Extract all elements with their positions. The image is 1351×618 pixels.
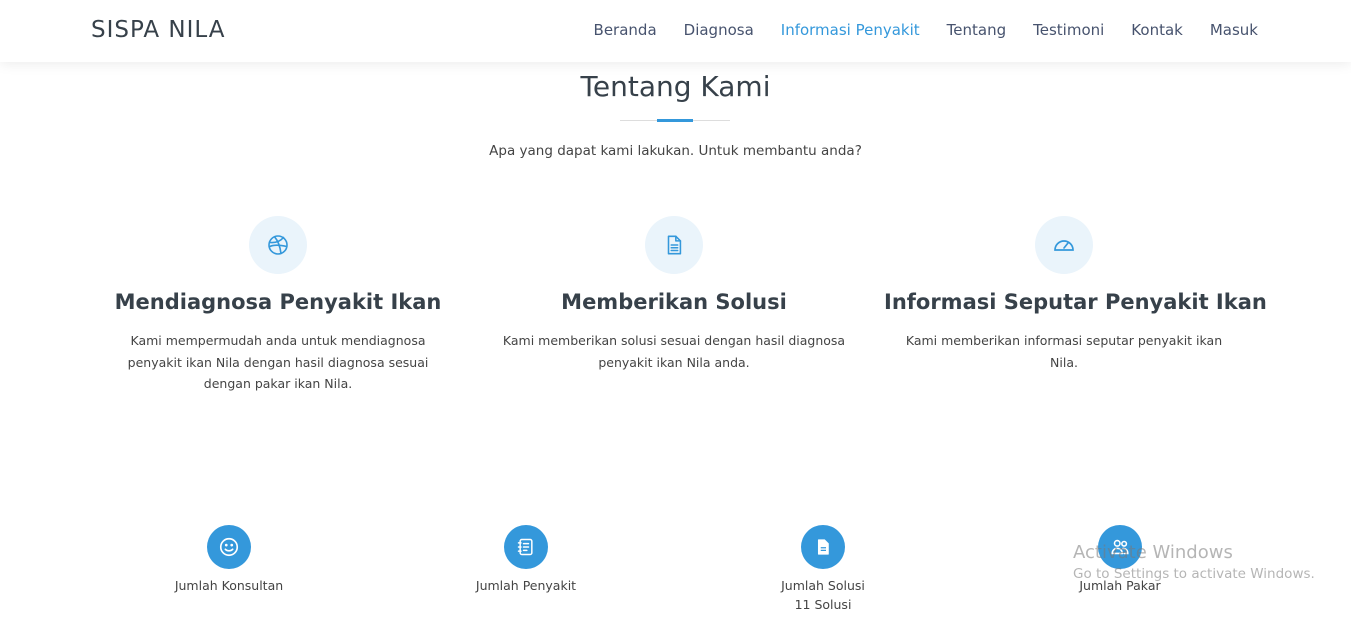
windows-activation-watermark: Activate Windows Go to Settings to activ… bbox=[1073, 542, 1315, 582]
section-subtitle: Apa yang dapat kami lakukan. Untuk memba… bbox=[489, 143, 862, 159]
nav-testimoni[interactable]: Testimoni bbox=[1033, 21, 1104, 39]
title-divider-accent bbox=[657, 119, 693, 122]
service-box-solusi: Memberikan Solusi Kami memberikan solusi… bbox=[494, 216, 854, 373]
nav-tentang[interactable]: Tentang bbox=[947, 21, 1006, 39]
counter-label: Jumlah Solusi bbox=[781, 578, 865, 593]
service-icon-circle bbox=[645, 216, 703, 274]
counter-icon-circle bbox=[801, 525, 845, 569]
service-description: Kami memberikan informasi seputar penyak… bbox=[905, 333, 1223, 370]
service-description: Kami memberikan solusi sesuai dengan has… bbox=[502, 333, 846, 370]
nav-kontak[interactable]: Kontak bbox=[1131, 21, 1183, 39]
counter-solusi: Jumlah Solusi 11 Solusi bbox=[723, 525, 923, 614]
service-title: Informasi Seputar Penyakit Ikan bbox=[884, 290, 1267, 314]
document-icon bbox=[817, 539, 829, 555]
section-title: Tentang Kami bbox=[580, 70, 771, 103]
main-nav: Beranda Diagnosa Informasi Penyakit Tent… bbox=[594, 21, 1258, 39]
site-logo[interactable]: SISPA NILA bbox=[91, 17, 226, 43]
counter-icon-circle bbox=[207, 525, 251, 569]
document-icon bbox=[667, 235, 682, 255]
dribbble-icon bbox=[268, 235, 288, 255]
watermark-subtitle: Go to Settings to activate Windows. bbox=[1073, 566, 1315, 582]
speedometer-icon bbox=[1054, 240, 1074, 251]
service-icon-circle bbox=[1035, 216, 1093, 274]
counter-icon-circle bbox=[504, 525, 548, 569]
counter-penyakit: Jumlah Penyakit bbox=[426, 525, 626, 595]
nav-diagnosa[interactable]: Diagnosa bbox=[684, 21, 754, 39]
smiley-icon bbox=[219, 537, 239, 557]
counter-label: Jumlah Konsultan bbox=[174, 578, 284, 593]
counter-label: Jumlah Penyakit bbox=[475, 578, 577, 593]
service-icon-circle bbox=[249, 216, 307, 274]
service-description: Kami mempermudah anda untuk mendiagnosa … bbox=[127, 333, 429, 391]
nav-informasi-penyakit[interactable]: Informasi Penyakit bbox=[781, 21, 920, 39]
site-header: SISPA NILA Beranda Diagnosa Informasi Pe… bbox=[0, 0, 1351, 62]
watermark-title: Activate Windows bbox=[1073, 542, 1233, 563]
counter-konsultan: Jumlah Konsultan bbox=[129, 525, 329, 595]
nav-beranda[interactable]: Beranda bbox=[594, 21, 657, 39]
service-title: Memberikan Solusi bbox=[561, 290, 787, 314]
service-title: Mendiagnosa Penyakit Ikan bbox=[114, 290, 442, 314]
journal-icon bbox=[517, 538, 533, 556]
counter-value: 11 Solusi bbox=[794, 597, 852, 612]
service-box-diagnosa: Mendiagnosa Penyakit Ikan Kami mempermud… bbox=[98, 216, 458, 395]
nav-masuk[interactable]: Masuk bbox=[1210, 21, 1258, 39]
service-box-informasi: Informasi Seputar Penyakit Ikan Kami mem… bbox=[884, 216, 1267, 373]
